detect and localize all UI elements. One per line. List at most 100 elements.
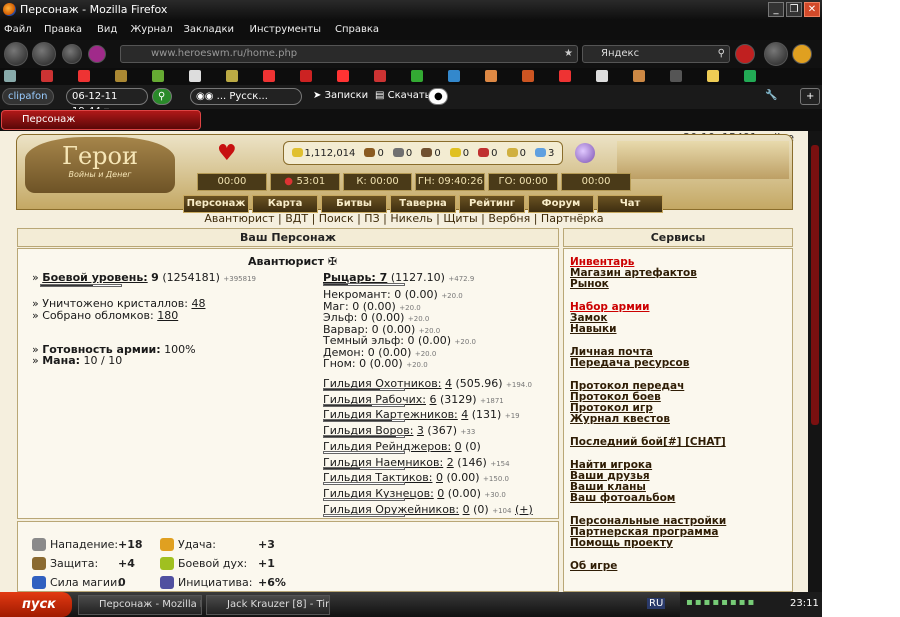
service-link[interactable]: Набор армии (570, 301, 650, 313)
addon-icon[interactable] (88, 45, 106, 63)
service-link[interactable]: Рынок (570, 278, 609, 290)
bookmark-icon[interactable] (263, 70, 275, 82)
page-scrollbar[interactable] (808, 131, 822, 592)
nav-6[interactable]: Чат (597, 195, 663, 213)
close-button[interactable]: ✕ (804, 2, 820, 17)
bookmark-icon[interactable] (226, 70, 238, 82)
back-button[interactable] (4, 42, 28, 66)
service-link[interactable]: Личная почта (570, 346, 653, 358)
guild-level[interactable]: 0 (436, 471, 443, 484)
download-button[interactable]: ▤ Скачать (370, 88, 436, 105)
guild-plus-link[interactable]: (+) (515, 503, 533, 516)
bookmark-icon[interactable] (189, 70, 201, 82)
bookmark-icon[interactable] (522, 70, 534, 82)
bookmark-icon[interactable] (633, 70, 645, 82)
menu-item[interactable]: Закладки (184, 24, 235, 35)
search-box[interactable]: Яндекс ⚲ (582, 45, 730, 63)
media-player[interactable]: ◉◉ ... Русск... (190, 88, 302, 105)
language-indicator[interactable]: RU (647, 598, 666, 609)
service-link[interactable]: Об игре (570, 560, 617, 572)
guild-level[interactable]: 0 (463, 503, 470, 516)
nav-2[interactable]: Битвы (321, 195, 387, 213)
service-link[interactable]: Протокол боев (570, 391, 661, 403)
date-dropdown[interactable]: 06-12-11 19:44 ▾ (66, 88, 148, 117)
maximize-button[interactable]: ❐ (786, 2, 802, 17)
service-link[interactable]: Протокол игр (570, 402, 653, 414)
panda-icon[interactable]: ● (428, 88, 448, 105)
service-link[interactable]: Навыки (570, 323, 617, 335)
guild-level[interactable]: 6 (430, 393, 437, 406)
service-link[interactable]: Журнал квестов (570, 413, 670, 425)
bookmark-icon[interactable] (559, 70, 571, 82)
nav-4[interactable]: Рейтинг (459, 195, 525, 213)
shards-value[interactable]: 180 (157, 309, 178, 322)
bookmark-icon[interactable] (744, 70, 756, 82)
crystals-value[interactable]: 48 (191, 297, 205, 310)
service-link[interactable]: Ваш фотоальбом (570, 492, 675, 504)
nav-5[interactable]: Форум (528, 195, 594, 213)
bookmark-icon[interactable] (448, 70, 460, 82)
tab-character[interactable]: Персонаж (1, 110, 201, 130)
chat-icon[interactable] (62, 44, 82, 64)
guild-level[interactable]: 4 (461, 408, 468, 421)
guild-level[interactable]: 0 (455, 440, 462, 453)
taskbar-firefox[interactable]: Персонаж - Mozilla Fi... (78, 595, 202, 615)
menu-item[interactable]: Правка (44, 24, 82, 35)
nav-1[interactable]: Карта (252, 195, 318, 213)
bookmark-icon[interactable] (596, 70, 608, 82)
notes-button[interactable]: ➤ Записки (308, 88, 373, 105)
service-link[interactable]: Магазин артефактов (570, 267, 697, 279)
start-button[interactable]: пуск (0, 592, 72, 617)
service-link[interactable]: Инвентарь (570, 256, 634, 268)
url-bar[interactable]: www.heroeswm.ru/home.php ★ (120, 45, 578, 63)
bookmark-icon[interactable] (707, 70, 719, 82)
tools-icon[interactable]: 🔧 (760, 88, 780, 105)
service-link[interactable]: Персональные настройки (570, 515, 726, 527)
service-link[interactable]: Ваши друзья (570, 470, 650, 482)
scrollbar-thumb[interactable] (811, 145, 819, 425)
bookmark-icon[interactable] (374, 70, 386, 82)
service-link[interactable]: Ваши кланы (570, 481, 646, 493)
menu-item[interactable]: Вид (97, 24, 117, 35)
menu-item[interactable]: Инструменты (250, 24, 322, 35)
guild-level[interactable]: 2 (447, 456, 454, 469)
service-link[interactable]: Помощь проекту (570, 537, 673, 549)
menu-item[interactable]: Справка (335, 24, 379, 35)
nav-3[interactable]: Таверна (390, 195, 456, 213)
bookmark-icon[interactable] (300, 70, 312, 82)
nav-0[interactable]: Персонаж (183, 195, 249, 213)
star-icon[interactable]: ★ (564, 46, 573, 62)
service-link[interactable]: Партнерская программа (570, 526, 719, 538)
service-link[interactable]: Найти игрока (570, 459, 652, 471)
service-link[interactable]: Последний бой[#] [CHAT] (570, 436, 726, 448)
new-tab-button[interactable]: + (800, 88, 820, 105)
menu-item[interactable]: Журнал (131, 24, 173, 35)
search-go-icon[interactable]: ⚲ (152, 88, 172, 105)
bookmark-icon[interactable] (41, 70, 53, 82)
combat-level-link[interactable]: Боевой уровень: (42, 271, 147, 284)
guild-level[interactable]: 4 (445, 377, 452, 390)
bookmark-icon[interactable] (152, 70, 164, 82)
sub-links[interactable]: Авантюрист | ВДТ | Поиск | ПЗ | Никель |… (0, 212, 808, 225)
minimize-button[interactable]: _ (768, 2, 784, 17)
search-icon[interactable]: ⚲ (718, 46, 725, 62)
service-link[interactable]: Замок (570, 312, 607, 324)
monkey-icon[interactable] (792, 44, 812, 64)
guild-level[interactable]: 3 (417, 424, 424, 437)
bookmark-icon[interactable] (115, 70, 127, 82)
bookmark-icon[interactable] (78, 70, 90, 82)
service-link[interactable]: Протокол передач (570, 380, 684, 392)
menu-item[interactable]: Файл (4, 24, 32, 35)
tray-icons[interactable]: ▪▪▪▪▪▪▪▪ (686, 597, 756, 608)
bookmark-icon[interactable] (485, 70, 497, 82)
forward-button[interactable] (32, 42, 56, 66)
taskbar-chat[interactable]: Jack Krauzer [8] - Tim... (206, 595, 330, 615)
adblock-icon[interactable] (735, 44, 755, 64)
bookmark-icon[interactable] (411, 70, 423, 82)
bookmark-icon[interactable] (337, 70, 349, 82)
bookmark-icon[interactable] (670, 70, 682, 82)
home-icon[interactable] (764, 42, 788, 66)
service-link[interactable]: Передача ресурсов (570, 357, 689, 369)
guild-level[interactable]: 0 (437, 487, 444, 500)
game-logo[interactable]: Герои Войны и Денег (25, 137, 175, 193)
